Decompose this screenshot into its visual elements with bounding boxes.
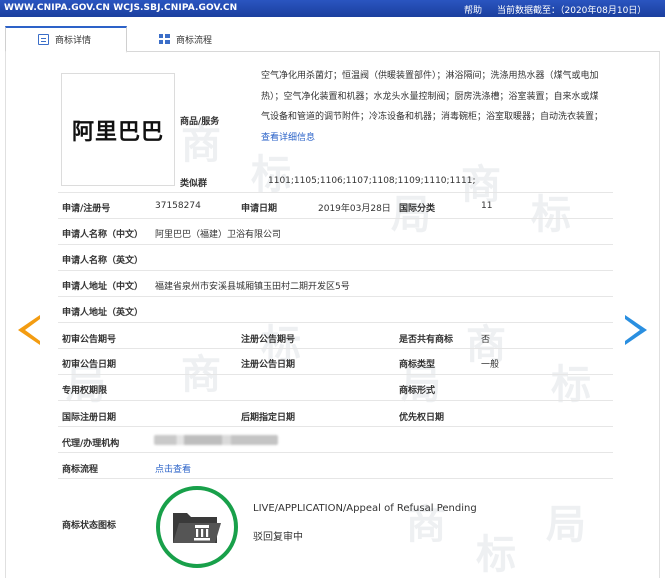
tab-bar: 商标详情 商标流程 xyxy=(5,26,660,53)
document-icon xyxy=(38,34,49,45)
address-en-label: 申请人地址（英文） xyxy=(62,308,144,318)
mark-type-value: 一般 xyxy=(481,360,500,370)
divider xyxy=(58,348,613,349)
divider xyxy=(58,374,613,375)
address-cn-label: 申请人地址（中文） xyxy=(62,282,144,292)
divider xyxy=(58,400,613,401)
data-date: 当前数据截至：（2020年08月10日） xyxy=(497,6,647,16)
process-label: 商标流程 xyxy=(62,465,99,475)
intl-class-value: 11 xyxy=(481,201,493,211)
agent-label: 代理/办理机构 xyxy=(62,439,120,449)
tab-trademark-process[interactable]: 商标流程 xyxy=(155,26,212,52)
status-icon xyxy=(156,486,238,568)
divider xyxy=(58,478,613,479)
grid-icon xyxy=(159,33,170,45)
divider xyxy=(58,452,613,453)
view-details-link[interactable]: 查看详细信息 xyxy=(261,133,315,143)
applicant-en-label: 申请人名称（英文） xyxy=(62,256,144,266)
site-url[interactable]: WWW.CNIPA.GOV.CN WCJS.SBJ.CNIPA.GOV.CN xyxy=(4,3,237,13)
prev-arrow-icon[interactable] xyxy=(18,315,40,345)
goods-label: 商品/服务 xyxy=(180,117,220,127)
mark-type-label: 商标类型 xyxy=(399,360,436,370)
shared-mark-value: 否 xyxy=(481,335,491,345)
intl-reg-date-label: 国际注册日期 xyxy=(62,413,117,423)
goods-services-text: 空气净化用杀菌灯；恒温阀（供暖装置部件）；淋浴隔间；洗涤用热水器（煤气或电加热）… xyxy=(261,66,603,148)
process-view-link[interactable]: 点击查看 xyxy=(155,462,191,475)
reg-no-label: 申请/注册号 xyxy=(62,204,111,214)
divider xyxy=(58,296,613,297)
status-chinese: 驳回复审中 xyxy=(253,532,303,543)
divider xyxy=(58,322,613,323)
agent-value-redacted xyxy=(154,435,278,445)
trademark-name: 阿里巴巴 xyxy=(71,119,164,145)
trademark-image: 阿里巴巴 xyxy=(61,73,175,186)
reg-notice-no-label: 注册公告期号 xyxy=(241,335,296,345)
help-link[interactable]: 帮助 xyxy=(464,3,482,16)
detail-panel: 商 标 局 商 标 商 标 局 商 标 局 商 标 局 阿里巴巴 商品/服务 空… xyxy=(5,52,660,578)
reg-no-value: 37158274 xyxy=(155,201,201,211)
divider xyxy=(58,192,613,193)
similar-group-label: 类似群 xyxy=(180,179,208,189)
folder-court-icon xyxy=(173,513,221,543)
goods-list: 空气净化用杀菌灯；恒温阀（供暖装置部件）；淋浴隔间；洗涤用热水器（煤气或电加热）… xyxy=(261,71,604,122)
divider xyxy=(58,244,613,245)
top-bar: WWW.CNIPA.GOV.CN WCJS.SBJ.CNIPA.GOV.CN 帮… xyxy=(0,0,665,17)
applicant-cn-value: 阿里巴巴（福建）卫浴有限公司 xyxy=(155,230,282,240)
divider xyxy=(58,218,613,219)
priority-date-label: 优先权日期 xyxy=(399,413,445,423)
applicant-cn-label: 申请人名称（中文） xyxy=(62,230,144,240)
status-english: LIVE/APPLICATION/Appeal of Refusal Pendi… xyxy=(253,503,477,514)
shared-mark-label: 是否共有商标 xyxy=(399,335,454,345)
address-cn-value: 福建省泉州市安溪县城厢镇玉田村二期开发区5号 xyxy=(155,282,350,292)
later-date-label: 后期指定日期 xyxy=(241,413,296,423)
divider xyxy=(58,270,613,271)
tab-label: 商标详情 xyxy=(55,36,92,46)
prelim-date-label: 初审公告日期 xyxy=(62,360,117,370)
intl-class-label: 国际分类 xyxy=(399,204,436,214)
exclusive-term-label: 专用权期限 xyxy=(62,386,108,396)
tab-trademark-details[interactable]: 商标详情 xyxy=(5,26,127,53)
reg-notice-date-label: 注册公告日期 xyxy=(241,360,296,370)
divider xyxy=(58,426,613,427)
app-date-value: 2019年03月28日 xyxy=(318,204,391,214)
mark-form-label: 商标形式 xyxy=(399,386,436,396)
status-icon-label: 商标状态图标 xyxy=(62,521,117,531)
prelim-no-label: 初审公告期号 xyxy=(62,335,117,345)
next-arrow-icon[interactable] xyxy=(625,315,647,345)
tab-label: 商标流程 xyxy=(176,35,213,46)
app-date-label: 申请日期 xyxy=(241,204,278,214)
similar-group-value: 1101;1105;1106;1107;1108;1109;1110;1111; xyxy=(268,176,476,186)
